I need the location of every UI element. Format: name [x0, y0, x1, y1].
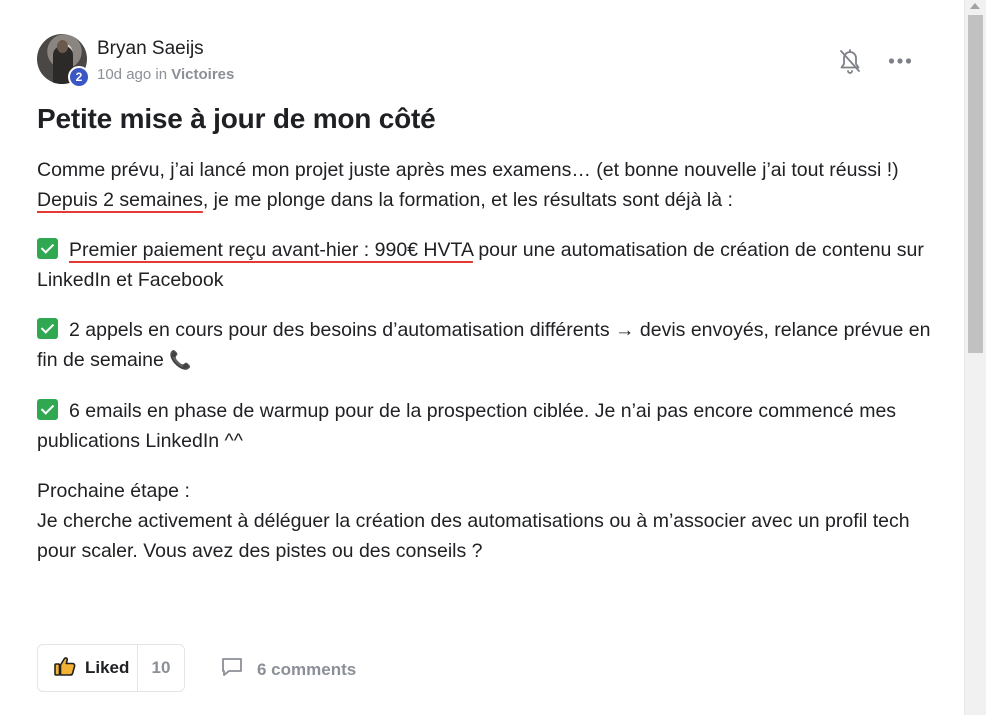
scrollbar-thumb[interactable]	[968, 15, 983, 353]
next-step-heading: Prochaine étape :	[37, 480, 190, 502]
post-title: Petite mise à jour de mon côté	[37, 103, 436, 134]
scroll-up-arrow-icon[interactable]	[970, 3, 980, 9]
comments-label: 6 comments	[257, 659, 357, 679]
scrollbar[interactable]	[964, 0, 986, 715]
underlined-payment: Premier paiement reçu avant-hier : 990€ …	[69, 239, 473, 261]
comment-icon	[220, 656, 244, 683]
post-category[interactable]: Victoires	[171, 66, 234, 83]
like-control: Liked 10	[37, 644, 185, 692]
next-step-text: Je cherche activement à déléguer la créa…	[37, 510, 910, 562]
in-label: in	[155, 66, 168, 83]
bell-off-icon[interactable]	[836, 46, 864, 76]
list-item: Premier paiement reçu avant-hier : 990€ …	[37, 235, 937, 295]
post-time: 10d ago	[97, 66, 152, 83]
phone-emoji: 📞	[169, 350, 192, 371]
comments-button[interactable]: 6 comments	[220, 656, 356, 683]
item3-text: 6 emails en phase de warmup pour de la p…	[37, 400, 897, 452]
intro-paragraph: Comme prévu, j’ai lancé mon projet juste…	[37, 155, 937, 215]
post-meta: 10d ago in Victoires	[97, 66, 234, 83]
like-button[interactable]: Liked	[38, 645, 138, 691]
like-label: Liked	[85, 658, 130, 677]
post-body: Comme prévu, j’ai lancé mon projet juste…	[37, 155, 937, 586]
author-name[interactable]: Bryan Saeijs	[97, 38, 204, 60]
next-step-paragraph: Prochaine étape : Je cherche activement …	[37, 476, 937, 566]
check-box-icon	[37, 399, 58, 420]
check-box-icon	[37, 238, 58, 259]
list-item: 6 emails en phase de warmup pour de la p…	[37, 396, 937, 456]
level-badge: 2	[68, 66, 90, 88]
check-box-icon	[37, 318, 58, 339]
post-card: 2 Bryan Saeijs 10d ago in Victoires Peti…	[0, 0, 964, 715]
list-item: 2 appels en cours pour des besoins d’aut…	[37, 315, 937, 376]
intro-line-1: Comme prévu, j’ai lancé mon projet juste…	[37, 159, 899, 181]
underlined-duration: Depuis 2 semaines	[37, 189, 203, 211]
intro-line-2: , je me plonge dans la formation, et les…	[202, 189, 733, 211]
thumbs-up-icon	[54, 656, 76, 681]
more-horizontal-icon[interactable]	[885, 46, 915, 76]
like-count[interactable]: 10	[138, 658, 184, 678]
